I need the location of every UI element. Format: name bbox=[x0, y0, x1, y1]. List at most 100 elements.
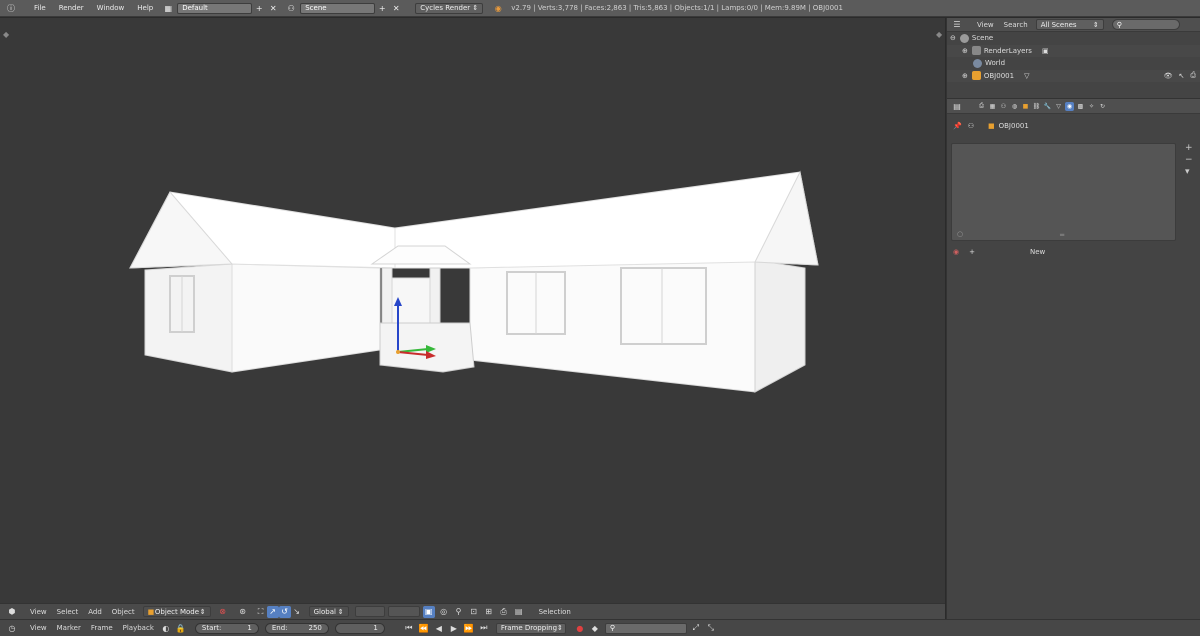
pivot-icon[interactable]: ⊛ bbox=[237, 606, 249, 618]
screen-layout-icon[interactable]: ▦ bbox=[161, 2, 175, 14]
layer-field[interactable] bbox=[387, 606, 420, 617]
editor-type-icon[interactable]: ⓘ bbox=[4, 2, 18, 14]
remove-slot-icon[interactable]: − bbox=[1185, 155, 1193, 165]
next-keyframe-icon[interactable]: ⏩ bbox=[463, 622, 475, 634]
filter-icon[interactable]: ○ bbox=[957, 230, 963, 238]
screen-layout-field[interactable]: Default bbox=[177, 2, 253, 14]
render-camera-icon[interactable]: ⎙ bbox=[1190, 71, 1196, 80]
record-icon[interactable]: ● bbox=[574, 622, 586, 634]
mode-dropdown[interactable]: ■ Object Mode ⇕ bbox=[142, 606, 211, 617]
material-tab-icon[interactable]: ◉ bbox=[1065, 101, 1074, 111]
editor-type-icon[interactable]: ▤ bbox=[951, 100, 963, 112]
proportional-edit-icon[interactable]: ◎ bbox=[438, 606, 450, 618]
menu-window[interactable]: Window bbox=[97, 4, 125, 12]
sync-mode-dropdown[interactable]: Frame Dropping ⇕ bbox=[495, 622, 566, 634]
opengl-anim-icon[interactable]: ▤ bbox=[513, 606, 525, 618]
menu-select[interactable]: Select bbox=[57, 608, 79, 616]
pin-icon[interactable]: 📌 bbox=[953, 122, 962, 130]
scene-tab-icon[interactable]: ⚇ bbox=[999, 102, 1008, 111]
insert-key-icon[interactable]: ⤢ bbox=[690, 622, 702, 634]
new-material-button[interactable]: New bbox=[1030, 248, 1045, 256]
opengl-render-icon[interactable]: ⎙ bbox=[498, 606, 510, 618]
menu-view[interactable]: View bbox=[30, 608, 47, 616]
lock-range-icon[interactable]: 🔒 bbox=[175, 622, 187, 634]
add-slot-icon[interactable]: + bbox=[1185, 143, 1193, 153]
jump-end-icon[interactable]: ⏭ bbox=[478, 622, 490, 634]
keyframe-icon[interactable]: ◆ bbox=[589, 622, 601, 634]
snap-toggle-icon[interactable]: ⚲ bbox=[453, 606, 465, 618]
house-model[interactable] bbox=[0, 18, 945, 603]
play-reverse-icon[interactable]: ◀ bbox=[433, 622, 445, 634]
particles-tab-icon[interactable]: ✧ bbox=[1087, 102, 1096, 111]
expand-icon[interactable]: ⊕ bbox=[962, 72, 968, 80]
menu-render[interactable]: Render bbox=[59, 4, 84, 12]
menu-object[interactable]: Object bbox=[112, 608, 135, 616]
outliner-row-scene[interactable]: ⊖ Scene bbox=[947, 32, 1200, 45]
menu-add[interactable]: Add bbox=[88, 608, 102, 616]
menu-file[interactable]: File bbox=[34, 4, 46, 12]
outliner-search-input[interactable]: ⚲ bbox=[1111, 19, 1180, 30]
physics-tab-icon[interactable]: ↻ bbox=[1098, 102, 1107, 111]
display-mode-dropdown[interactable]: All Scenes ⇕ bbox=[1035, 19, 1104, 30]
menu-help[interactable]: Help bbox=[137, 4, 153, 12]
data-tab-icon[interactable]: ▽ bbox=[1054, 102, 1063, 111]
scene-icon[interactable]: ⚇ bbox=[284, 2, 298, 14]
close-scene-icon[interactable]: ✕ bbox=[389, 2, 403, 14]
editor-type-icon[interactable]: ◷ bbox=[6, 622, 18, 634]
menu-view[interactable]: View bbox=[30, 624, 47, 632]
translate-manipulator-icon[interactable]: ↗ bbox=[266, 605, 279, 618]
close-layout-icon[interactable]: ✕ bbox=[266, 2, 280, 14]
visibility-eye-icon[interactable]: 👁 bbox=[1164, 72, 1173, 80]
resize-handle-icon[interactable]: ═ bbox=[1060, 231, 1064, 239]
material-browse-icon[interactable]: ◉ bbox=[953, 248, 959, 256]
layer-lock-icon[interactable]: ▣ bbox=[422, 605, 435, 618]
add-layout-icon[interactable]: + bbox=[252, 2, 266, 14]
transform-orientation-dropdown[interactable]: Global ⇕ bbox=[308, 606, 349, 617]
world-tab-icon[interactable]: ◍ bbox=[1010, 102, 1019, 111]
outliner-row-world[interactable]: World bbox=[947, 57, 1200, 70]
scene-field[interactable]: Scene bbox=[300, 2, 376, 14]
menu-frame[interactable]: Frame bbox=[91, 624, 113, 632]
editor-type-icon[interactable]: ⬢ bbox=[6, 606, 18, 618]
snap-element-icon[interactable]: ⊡ bbox=[468, 606, 480, 618]
outliner-row-renderlayers[interactable]: ⊕ RenderLayers ▣ bbox=[947, 44, 1200, 57]
render-engine-dropdown[interactable]: Cycles Render ⇕ bbox=[415, 2, 484, 14]
layer-field[interactable] bbox=[354, 606, 385, 617]
delete-key-icon[interactable]: ⤡ bbox=[705, 622, 717, 634]
expand-icon[interactable]: ⊖ bbox=[950, 34, 956, 42]
menu-view[interactable]: View bbox=[977, 21, 994, 29]
outliner-row-object[interactable]: ⊕ OBJ0001 ▽ 👁 ↖ ⎙ bbox=[947, 69, 1200, 82]
shading-icon[interactable]: ⊗ bbox=[217, 606, 229, 618]
scale-manipulator-icon[interactable]: ↘ bbox=[291, 606, 303, 618]
select-cursor-icon[interactable]: ↖ bbox=[1179, 72, 1185, 80]
rotate-manipulator-icon[interactable]: ↺ bbox=[278, 605, 291, 618]
current-frame-field[interactable]: 1 bbox=[334, 622, 385, 634]
expand-icon[interactable]: ⊕ bbox=[962, 47, 968, 55]
play-icon[interactable]: ▶ bbox=[448, 622, 460, 634]
status-selection: Selection bbox=[538, 607, 571, 616]
menu-playback[interactable]: Playback bbox=[123, 624, 154, 632]
snap-target-icon[interactable]: ⊞ bbox=[483, 606, 495, 618]
menu-marker[interactable]: Marker bbox=[57, 624, 81, 632]
editor-type-icon[interactable]: ☰ bbox=[951, 19, 963, 31]
object-tab-icon[interactable]: ■ bbox=[1021, 102, 1030, 111]
constraints-tab-icon[interactable]: ⛓ bbox=[1032, 102, 1041, 111]
preview-range-icon[interactable]: ◐ bbox=[160, 622, 172, 634]
prev-keyframe-icon[interactable]: ⏪ bbox=[418, 622, 430, 634]
material-slot-list[interactable]: ═ ○ bbox=[951, 143, 1176, 241]
keying-set-field[interactable]: ⚲ bbox=[604, 622, 687, 634]
new-material-icon[interactable]: + bbox=[969, 248, 975, 256]
menu-search[interactable]: Search bbox=[1004, 21, 1028, 29]
texture-tab-icon[interactable]: ▩ bbox=[1076, 102, 1085, 111]
jump-start-icon[interactable]: ⏮ bbox=[403, 622, 415, 634]
modifiers-tab-icon[interactable]: 🔧 bbox=[1043, 102, 1052, 111]
render-tab-icon[interactable]: ⎙ bbox=[977, 102, 986, 111]
start-frame-field[interactable]: Start: 1 bbox=[194, 622, 259, 634]
add-scene-icon[interactable]: + bbox=[375, 2, 389, 14]
mesh-data-icon: ▽ bbox=[1024, 71, 1030, 80]
manipulator-toggle-icon[interactable]: ⛶ bbox=[255, 606, 267, 618]
render-layers-tab-icon[interactable]: ▦ bbox=[988, 102, 997, 111]
slot-specials-icon[interactable]: ▾ bbox=[1185, 167, 1190, 177]
3d-viewport[interactable]: ◆ ◆ bbox=[0, 18, 945, 603]
end-frame-field[interactable]: End: 250 bbox=[264, 622, 329, 634]
